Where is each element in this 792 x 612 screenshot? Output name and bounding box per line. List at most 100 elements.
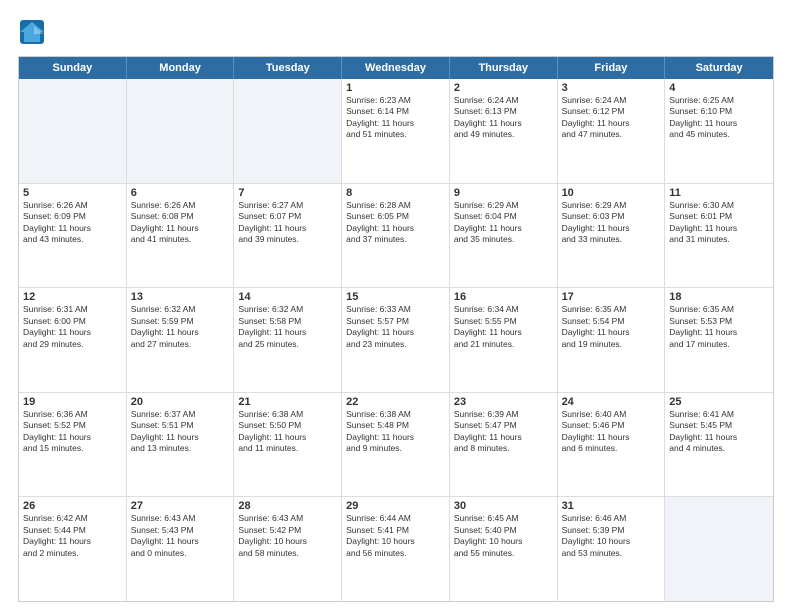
- day-info: Sunrise: 6:40 AM Sunset: 5:46 PM Dayligh…: [562, 409, 661, 455]
- day-cell-13: 13Sunrise: 6:32 AM Sunset: 5:59 PM Dayli…: [127, 288, 235, 392]
- day-info: Sunrise: 6:36 AM Sunset: 5:52 PM Dayligh…: [23, 409, 122, 455]
- day-cell-8: 8Sunrise: 6:28 AM Sunset: 6:05 PM Daylig…: [342, 184, 450, 288]
- empty-cell: [665, 497, 773, 601]
- day-cell-15: 15Sunrise: 6:33 AM Sunset: 5:57 PM Dayli…: [342, 288, 450, 392]
- day-info: Sunrise: 6:42 AM Sunset: 5:44 PM Dayligh…: [23, 513, 122, 559]
- day-info: Sunrise: 6:46 AM Sunset: 5:39 PM Dayligh…: [562, 513, 661, 559]
- day-info: Sunrise: 6:39 AM Sunset: 5:47 PM Dayligh…: [454, 409, 553, 455]
- day-cell-10: 10Sunrise: 6:29 AM Sunset: 6:03 PM Dayli…: [558, 184, 666, 288]
- day-number: 30: [454, 500, 553, 512]
- day-number: 20: [131, 396, 230, 408]
- day-info: Sunrise: 6:34 AM Sunset: 5:55 PM Dayligh…: [454, 304, 553, 350]
- day-number: 28: [238, 500, 337, 512]
- day-cell-21: 21Sunrise: 6:38 AM Sunset: 5:50 PM Dayli…: [234, 393, 342, 497]
- day-info: Sunrise: 6:38 AM Sunset: 5:50 PM Dayligh…: [238, 409, 337, 455]
- day-cell-14: 14Sunrise: 6:32 AM Sunset: 5:58 PM Dayli…: [234, 288, 342, 392]
- day-cell-20: 20Sunrise: 6:37 AM Sunset: 5:51 PM Dayli…: [127, 393, 235, 497]
- calendar-row-0: 1Sunrise: 6:23 AM Sunset: 6:14 PM Daylig…: [19, 79, 773, 184]
- day-info: Sunrise: 6:37 AM Sunset: 5:51 PM Dayligh…: [131, 409, 230, 455]
- day-info: Sunrise: 6:43 AM Sunset: 5:42 PM Dayligh…: [238, 513, 337, 559]
- day-info: Sunrise: 6:27 AM Sunset: 6:07 PM Dayligh…: [238, 200, 337, 246]
- day-info: Sunrise: 6:32 AM Sunset: 5:58 PM Dayligh…: [238, 304, 337, 350]
- day-number: 4: [669, 82, 769, 94]
- day-info: Sunrise: 6:28 AM Sunset: 6:05 PM Dayligh…: [346, 200, 445, 246]
- day-number: 24: [562, 396, 661, 408]
- day-info: Sunrise: 6:29 AM Sunset: 6:03 PM Dayligh…: [562, 200, 661, 246]
- day-number: 11: [669, 187, 769, 199]
- logo-icon: [18, 18, 46, 46]
- day-number: 3: [562, 82, 661, 94]
- day-number: 27: [131, 500, 230, 512]
- day-number: 18: [669, 291, 769, 303]
- header-day-tuesday: Tuesday: [234, 57, 342, 79]
- day-info: Sunrise: 6:26 AM Sunset: 6:09 PM Dayligh…: [23, 200, 122, 246]
- day-info: Sunrise: 6:45 AM Sunset: 5:40 PM Dayligh…: [454, 513, 553, 559]
- header: [18, 18, 774, 46]
- day-info: Sunrise: 6:41 AM Sunset: 5:45 PM Dayligh…: [669, 409, 769, 455]
- calendar-row-2: 12Sunrise: 6:31 AM Sunset: 6:00 PM Dayli…: [19, 288, 773, 393]
- day-info: Sunrise: 6:23 AM Sunset: 6:14 PM Dayligh…: [346, 95, 445, 141]
- day-cell-4: 4Sunrise: 6:25 AM Sunset: 6:10 PM Daylig…: [665, 79, 773, 183]
- day-cell-24: 24Sunrise: 6:40 AM Sunset: 5:46 PM Dayli…: [558, 393, 666, 497]
- header-day-friday: Friday: [558, 57, 666, 79]
- day-number: 6: [131, 187, 230, 199]
- day-cell-2: 2Sunrise: 6:24 AM Sunset: 6:13 PM Daylig…: [450, 79, 558, 183]
- day-info: Sunrise: 6:44 AM Sunset: 5:41 PM Dayligh…: [346, 513, 445, 559]
- day-number: 15: [346, 291, 445, 303]
- day-cell-28: 28Sunrise: 6:43 AM Sunset: 5:42 PM Dayli…: [234, 497, 342, 601]
- day-number: 21: [238, 396, 337, 408]
- day-cell-23: 23Sunrise: 6:39 AM Sunset: 5:47 PM Dayli…: [450, 393, 558, 497]
- day-cell-25: 25Sunrise: 6:41 AM Sunset: 5:45 PM Dayli…: [665, 393, 773, 497]
- day-cell-1: 1Sunrise: 6:23 AM Sunset: 6:14 PM Daylig…: [342, 79, 450, 183]
- header-day-sunday: Sunday: [19, 57, 127, 79]
- day-number: 5: [23, 187, 122, 199]
- day-cell-11: 11Sunrise: 6:30 AM Sunset: 6:01 PM Dayli…: [665, 184, 773, 288]
- day-number: 1: [346, 82, 445, 94]
- day-number: 29: [346, 500, 445, 512]
- day-info: Sunrise: 6:35 AM Sunset: 5:54 PM Dayligh…: [562, 304, 661, 350]
- day-info: Sunrise: 6:26 AM Sunset: 6:08 PM Dayligh…: [131, 200, 230, 246]
- day-number: 2: [454, 82, 553, 94]
- calendar-row-4: 26Sunrise: 6:42 AM Sunset: 5:44 PM Dayli…: [19, 497, 773, 601]
- day-cell-3: 3Sunrise: 6:24 AM Sunset: 6:12 PM Daylig…: [558, 79, 666, 183]
- day-info: Sunrise: 6:33 AM Sunset: 5:57 PM Dayligh…: [346, 304, 445, 350]
- day-cell-12: 12Sunrise: 6:31 AM Sunset: 6:00 PM Dayli…: [19, 288, 127, 392]
- logo: [18, 18, 50, 46]
- day-cell-31: 31Sunrise: 6:46 AM Sunset: 5:39 PM Dayli…: [558, 497, 666, 601]
- day-info: Sunrise: 6:30 AM Sunset: 6:01 PM Dayligh…: [669, 200, 769, 246]
- day-number: 23: [454, 396, 553, 408]
- day-info: Sunrise: 6:43 AM Sunset: 5:43 PM Dayligh…: [131, 513, 230, 559]
- header-day-saturday: Saturday: [665, 57, 773, 79]
- day-info: Sunrise: 6:25 AM Sunset: 6:10 PM Dayligh…: [669, 95, 769, 141]
- day-cell-27: 27Sunrise: 6:43 AM Sunset: 5:43 PM Dayli…: [127, 497, 235, 601]
- day-cell-16: 16Sunrise: 6:34 AM Sunset: 5:55 PM Dayli…: [450, 288, 558, 392]
- empty-cell: [234, 79, 342, 183]
- calendar: SundayMondayTuesdayWednesdayThursdayFrid…: [18, 56, 774, 602]
- day-number: 31: [562, 500, 661, 512]
- day-number: 19: [23, 396, 122, 408]
- day-cell-17: 17Sunrise: 6:35 AM Sunset: 5:54 PM Dayli…: [558, 288, 666, 392]
- day-number: 14: [238, 291, 337, 303]
- day-number: 13: [131, 291, 230, 303]
- day-info: Sunrise: 6:31 AM Sunset: 6:00 PM Dayligh…: [23, 304, 122, 350]
- empty-cell: [19, 79, 127, 183]
- day-cell-26: 26Sunrise: 6:42 AM Sunset: 5:44 PM Dayli…: [19, 497, 127, 601]
- calendar-body: 1Sunrise: 6:23 AM Sunset: 6:14 PM Daylig…: [19, 79, 773, 601]
- empty-cell: [127, 79, 235, 183]
- day-cell-22: 22Sunrise: 6:38 AM Sunset: 5:48 PM Dayli…: [342, 393, 450, 497]
- day-number: 7: [238, 187, 337, 199]
- calendar-row-3: 19Sunrise: 6:36 AM Sunset: 5:52 PM Dayli…: [19, 393, 773, 498]
- day-cell-6: 6Sunrise: 6:26 AM Sunset: 6:08 PM Daylig…: [127, 184, 235, 288]
- day-info: Sunrise: 6:24 AM Sunset: 6:12 PM Dayligh…: [562, 95, 661, 141]
- day-number: 25: [669, 396, 769, 408]
- day-cell-18: 18Sunrise: 6:35 AM Sunset: 5:53 PM Dayli…: [665, 288, 773, 392]
- day-info: Sunrise: 6:32 AM Sunset: 5:59 PM Dayligh…: [131, 304, 230, 350]
- day-cell-29: 29Sunrise: 6:44 AM Sunset: 5:41 PM Dayli…: [342, 497, 450, 601]
- day-cell-5: 5Sunrise: 6:26 AM Sunset: 6:09 PM Daylig…: [19, 184, 127, 288]
- day-info: Sunrise: 6:29 AM Sunset: 6:04 PM Dayligh…: [454, 200, 553, 246]
- day-info: Sunrise: 6:24 AM Sunset: 6:13 PM Dayligh…: [454, 95, 553, 141]
- day-cell-30: 30Sunrise: 6:45 AM Sunset: 5:40 PM Dayli…: [450, 497, 558, 601]
- calendar-header: SundayMondayTuesdayWednesdayThursdayFrid…: [19, 57, 773, 79]
- day-number: 10: [562, 187, 661, 199]
- day-number: 17: [562, 291, 661, 303]
